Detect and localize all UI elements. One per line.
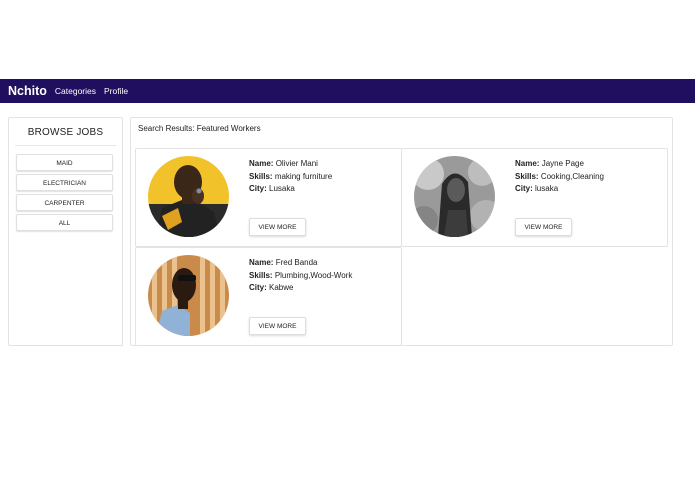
name-label: Name: [515,159,540,168]
city-label: City: [249,184,267,193]
skills-label: Skills: [515,171,539,181]
all-jobs-button[interactable]: ALL [16,214,113,231]
view-more-button[interactable]: VIEW MORE [515,218,572,236]
search-results-panel: Search Results: Featured Workers Name: O… [130,117,673,346]
nav-link-profile[interactable]: Profile [104,86,128,96]
worker-info: Name: Olivier Mani Skills: making furnit… [249,158,332,196]
worker-card: Name: Jayne Page Skills: Cooking,Cleanin… [401,148,668,247]
city-label: City: [515,184,533,193]
worker-city: Kabwe [269,283,294,292]
carpenter-button[interactable]: CARPENTER [16,194,113,211]
maid-button[interactable]: MAID [16,154,113,171]
worker-name: Olivier Mani [275,159,318,168]
worker-name: Jayne Page [541,159,584,168]
brand-logo[interactable]: Nchito [8,84,47,98]
view-more-button[interactable]: VIEW MORE [249,317,306,335]
electrician-button[interactable]: ELECTRICIAN [16,174,113,191]
worker-avatar [148,156,229,237]
worker-name: Fred Banda [275,258,318,267]
name-label: Name: [249,159,274,168]
browse-jobs-title: BROWSE JOBS [27,127,104,138]
browse-jobs-panel: BROWSE JOBS MAID ELECTRICIAN CARPENTER A… [8,117,123,346]
worker-card: Name: Fred Banda Skills: Plumbing,Wood-W… [135,247,402,346]
sidebar-divider [15,145,116,146]
worker-skills: Plumbing,Wood-Work [274,270,353,280]
view-more-button[interactable]: VIEW MORE [249,218,306,236]
worker-city: lusaka [535,184,559,193]
name-label: Name: [249,258,274,267]
worker-info: Name: Jayne Page Skills: Cooking,Cleanin… [515,158,604,196]
navbar: Nchito Categories Profile [0,79,695,103]
results-heading: Search Results: Featured Workers [138,124,261,133]
worker-skills: Cooking,Cleaning [540,171,604,181]
worker-avatar [414,156,495,237]
city-label: City: [249,283,267,292]
skills-label: Skills: [249,270,273,280]
worker-skills: making furniture [274,171,333,181]
skills-label: Skills: [249,171,273,181]
worker-avatar [148,255,229,336]
worker-info: Name: Fred Banda Skills: Plumbing,Wood-W… [249,257,352,295]
worker-city: Lusaka [269,184,295,193]
nav-link-categories[interactable]: Categories [55,86,96,96]
worker-card: Name: Olivier Mani Skills: making furnit… [135,148,402,247]
